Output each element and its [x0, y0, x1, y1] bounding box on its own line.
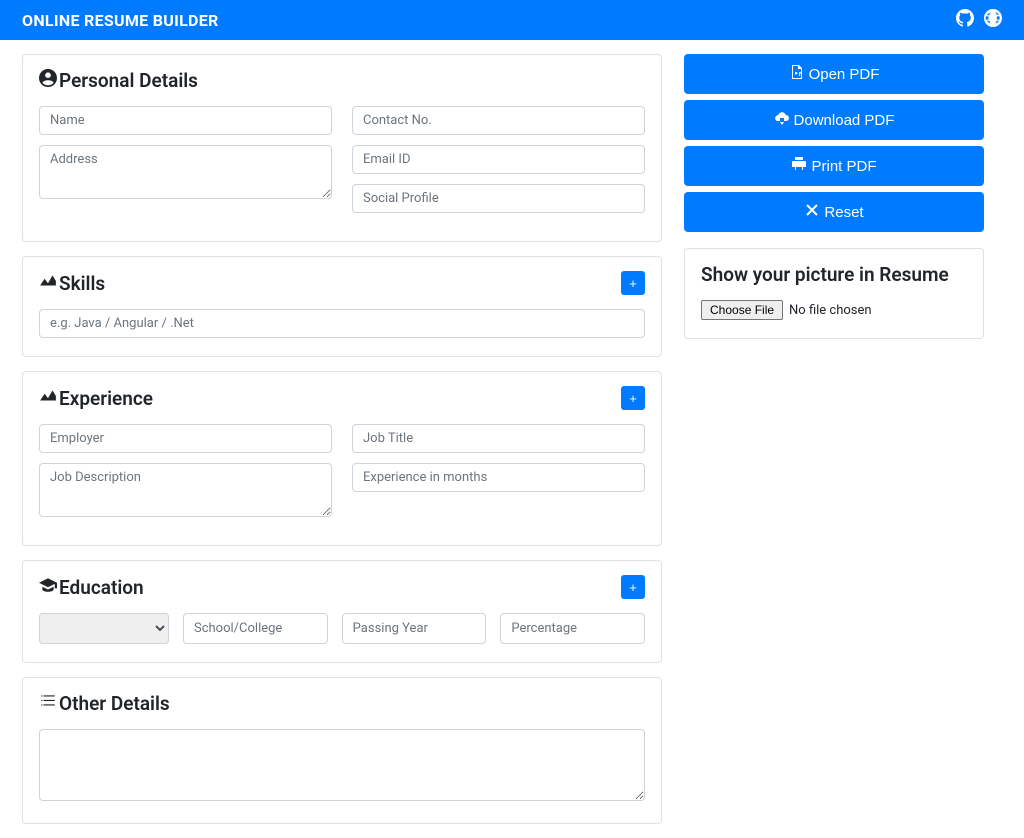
personal-details-label: Personal Details: [59, 69, 198, 92]
name-input[interactable]: [39, 106, 332, 135]
file-pdf-icon: [789, 64, 805, 84]
picture-card: Show your picture in Resume Choose File …: [684, 248, 984, 339]
download-pdf-button[interactable]: Download PDF: [684, 100, 984, 140]
education-card: Education +: [22, 560, 662, 663]
graduation-cap-icon: [39, 576, 57, 599]
degree-select[interactable]: [39, 613, 169, 644]
print-pdf-button[interactable]: Print PDF: [684, 146, 984, 186]
picture-title: Show your picture in Resume: [701, 263, 967, 286]
reset-button[interactable]: Reset: [684, 192, 984, 232]
close-icon: [804, 202, 820, 222]
globe-icon[interactable]: [984, 9, 1002, 31]
add-skill-button[interactable]: +: [621, 271, 645, 295]
percentage-input[interactable]: [500, 613, 645, 644]
app-title: ONLINE RESUME BUILDER: [22, 11, 219, 30]
education-title: Education: [39, 576, 144, 599]
skill-input[interactable]: [39, 309, 645, 338]
chart-line-icon: [39, 387, 57, 410]
other-details-label: Other Details: [59, 692, 170, 715]
personal-details-card: Personal Details: [22, 54, 662, 242]
navbar-icons: [956, 9, 1002, 31]
github-icon[interactable]: [956, 9, 974, 31]
social-input[interactable]: [352, 184, 645, 213]
experience-title: Experience: [39, 387, 153, 410]
other-details-input[interactable]: [39, 729, 645, 801]
skills-title: Skills: [39, 272, 105, 295]
school-input[interactable]: [183, 613, 328, 644]
download-pdf-label: Download PDF: [794, 112, 895, 129]
list-icon: [39, 692, 57, 715]
skills-label: Skills: [59, 272, 105, 295]
add-experience-button[interactable]: +: [621, 386, 645, 410]
other-details-card: Other Details: [22, 677, 662, 824]
job-title-input[interactable]: [352, 424, 645, 453]
cloud-download-icon: [774, 110, 790, 130]
passing-year-input[interactable]: [342, 613, 487, 644]
reset-label: Reset: [824, 204, 863, 221]
experience-card: Experience +: [22, 371, 662, 546]
user-circle-icon: [39, 69, 57, 92]
other-details-title: Other Details: [39, 692, 645, 715]
skills-card: Skills +: [22, 256, 662, 357]
job-description-input[interactable]: [39, 463, 332, 517]
address-input[interactable]: [39, 145, 332, 199]
print-pdf-label: Print PDF: [811, 158, 876, 175]
email-input[interactable]: [352, 145, 645, 174]
experience-months-input[interactable]: [352, 463, 645, 492]
print-icon: [791, 156, 807, 176]
choose-file-button[interactable]: Choose File: [701, 300, 783, 320]
open-pdf-label: Open PDF: [809, 66, 880, 83]
experience-label: Experience: [59, 387, 153, 410]
chart-line-icon: [39, 272, 57, 295]
no-file-label: No file chosen: [789, 303, 872, 318]
education-label: Education: [59, 576, 144, 599]
employer-input[interactable]: [39, 424, 332, 453]
contact-input[interactable]: [352, 106, 645, 135]
add-education-button[interactable]: +: [621, 575, 645, 599]
open-pdf-button[interactable]: Open PDF: [684, 54, 984, 94]
top-navbar: ONLINE RESUME BUILDER: [0, 0, 1024, 40]
personal-details-title: Personal Details: [39, 69, 645, 92]
